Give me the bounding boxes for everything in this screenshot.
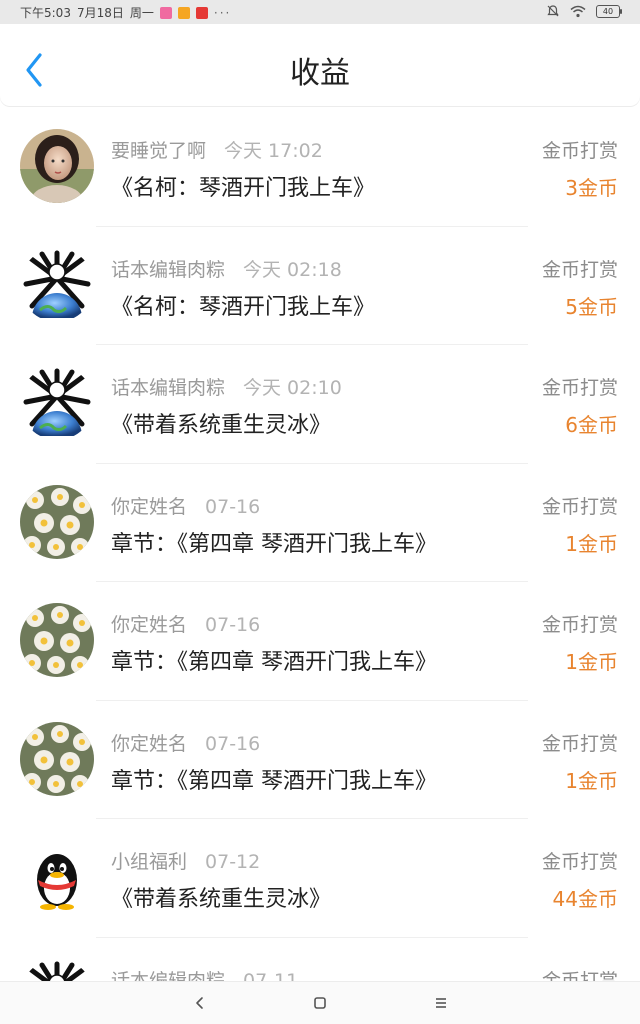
status-time: 下午5:03 (20, 6, 71, 20)
user-line: 你定姓名 07-16 (111, 729, 260, 756)
penguin-avatar-icon (20, 840, 94, 914)
avatar[interactable] (20, 721, 94, 796)
battery-level: 40 (602, 6, 614, 16)
avatar[interactable] (20, 840, 94, 914)
reward-amount: 44金币 (552, 887, 618, 911)
app-notification-icon (195, 6, 208, 19)
top-bar: 收益 (0, 24, 640, 106)
list-item[interactable]: 话本编辑肉粽 今天 02:10 《带着系统重生灵冰》 金币打赏 6金币 (0, 345, 640, 464)
work-title: 章节：《第四章 琴酒开门我上车》 (111, 531, 437, 557)
list-item[interactable]: 要睡觉了啊 今天 17:02 《名柯：琴酒开门我上车》 金币打赏 3金币 (0, 108, 640, 227)
battery-icon: 40 (596, 4, 622, 18)
user-name: 你定姓名 (111, 495, 188, 518)
reward-amount: 1金币 (565, 768, 618, 793)
timestamp: 07-16 (205, 732, 261, 755)
avatar[interactable] (20, 129, 94, 203)
list-item[interactable]: 话本编辑肉粽 07-11 金币打赏 (0, 938, 640, 983)
reward-amount: 3金币 (565, 176, 618, 200)
work-title: 《名柯：琴酒开门我上车》 (111, 294, 376, 320)
avatar[interactable] (20, 958, 94, 982)
user-name: 你定姓名 (111, 614, 188, 636)
reward-type: 金币打赏 (541, 258, 618, 281)
user-line: 小组福利 07-12 (111, 847, 260, 874)
reward-type: 金币打赏 (541, 851, 618, 873)
list-item[interactable]: 你定姓名 07-16 章节：《第四章 琴酒开门我上车》 金币打赏 1金币 (0, 701, 640, 819)
income-list: 要睡觉了啊 今天 17:02 《名柯：琴酒开门我上车》 金币打赏 3金币 话本编… (0, 108, 640, 982)
user-name: 话本编辑肉粽 (111, 377, 226, 399)
timestamp: 07-12 (205, 851, 261, 873)
work-title: 《名柯：琴酒开门我上车》 (111, 176, 376, 201)
timestamp: 今天 02:10 (243, 377, 342, 399)
bone-earth-avatar-icon (20, 958, 94, 982)
user-line: 话本编辑肉粽 今天 02:18 (111, 255, 342, 282)
status-right: 40 (546, 4, 622, 18)
list-item[interactable]: 你定姓名 07-16 章节：《第四章 琴酒开门我上车》 金币打赏 1金币 (0, 464, 640, 582)
user-name: 小组福利 (111, 851, 188, 873)
list-item[interactable]: 小组福利 07-12 《带着系统重生灵冰》 金币打赏 44金币 (0, 819, 640, 938)
user-line: 话本编辑肉粽 今天 02:10 (111, 373, 342, 400)
avatar[interactable] (20, 603, 94, 677)
daisy-avatar-icon (20, 603, 94, 677)
bone-earth-avatar-icon (20, 247, 94, 322)
timestamp: 今天 02:18 (243, 258, 342, 281)
reward-type: 金币打赏 (541, 732, 618, 755)
avatar[interactable] (20, 484, 94, 559)
list-item[interactable]: 你定姓名 07-16 章节：《第四章 琴酒开门我上车》 金币打赏 1金币 (0, 582, 640, 701)
status-left: 下午5:03 7月18日 周一 ··· (20, 4, 231, 21)
reward-type: 金币打赏 (541, 614, 618, 636)
timestamp: 今天 17:02 (224, 140, 323, 162)
user-line: 你定姓名 07-16 (111, 492, 260, 519)
user-name: 要睡觉了啊 (111, 140, 207, 162)
status-bar: 下午5:03 7月18日 周一 ··· 40 (0, 0, 640, 24)
page-title: 收益 (290, 56, 350, 91)
reward-amount: 5金币 (565, 294, 618, 319)
nav-back-button[interactable] (185, 992, 215, 1014)
mute-bell-icon (547, 5, 559, 17)
reward-type: 金币打赏 (541, 377, 618, 399)
nav-menu-button[interactable] (426, 992, 456, 1014)
status-more: ··· (213, 5, 232, 20)
nav-home-button[interactable] (305, 992, 335, 1014)
user-name: 话本编辑肉粽 (111, 258, 226, 281)
user-name: 你定姓名 (111, 732, 188, 755)
timestamp: 07-16 (205, 495, 261, 518)
reward-type: 金币打赏 (541, 969, 618, 983)
status-weekday: 周一 (129, 6, 154, 20)
work-title: 《带着系统重生灵冰》 (111, 887, 332, 912)
reward-amount: 6金币 (565, 413, 618, 437)
back-icon (196, 997, 203, 1009)
avatar[interactable] (20, 366, 94, 440)
reward-type: 金币打赏 (541, 495, 618, 518)
system-nav-bar (0, 981, 640, 1024)
work-title: 章节：《第四章 琴酒开门我上车》 (111, 650, 437, 675)
reward-amount: 1金币 (565, 650, 618, 674)
portrait-avatar-icon (20, 129, 94, 203)
list-item[interactable]: 话本编辑肉粽 今天 02:18 《名柯：琴酒开门我上车》 金币打赏 5金币 (0, 227, 640, 345)
work-title: 章节：《第四章 琴酒开门我上车》 (111, 768, 437, 794)
avatar[interactable] (20, 247, 94, 322)
user-line: 你定姓名 07-16 (111, 610, 260, 637)
bone-earth-avatar-icon (20, 366, 94, 440)
wifi-icon (570, 5, 586, 17)
daisy-avatar-icon (20, 721, 94, 796)
daisy-avatar-icon (20, 484, 94, 559)
work-title: 《带着系统重生灵冰》 (111, 413, 332, 438)
user-line: 要睡觉了啊 今天 17:02 (111, 136, 323, 163)
app-notification-icon (159, 6, 172, 19)
home-icon (314, 997, 326, 1009)
app-notification-icon (177, 6, 190, 19)
timestamp: 07-16 (205, 614, 261, 636)
reward-amount: 1金币 (565, 531, 618, 556)
user-line: 话本编辑肉粽 07-11 (111, 966, 298, 983)
reward-type: 金币打赏 (541, 140, 618, 162)
status-date: 7月18日 (76, 6, 124, 20)
menu-icon (436, 998, 446, 1008)
